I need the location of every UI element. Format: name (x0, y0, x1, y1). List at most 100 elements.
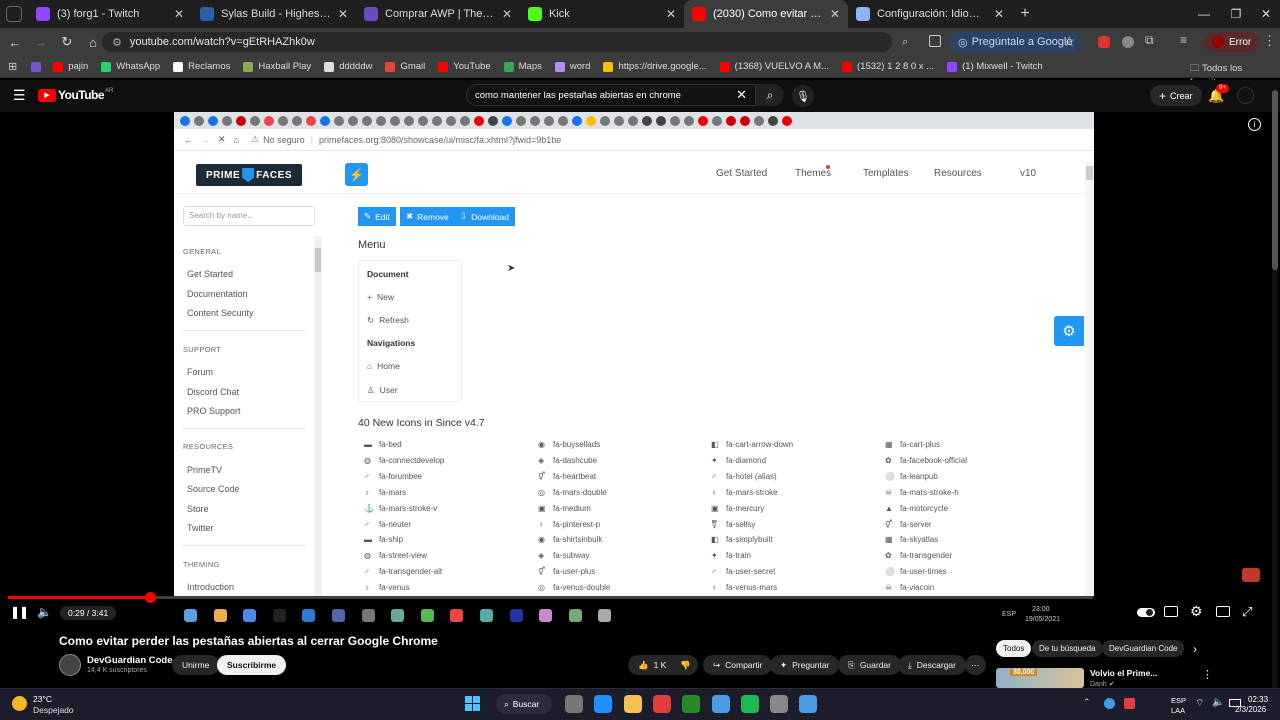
volume-icon[interactable]: 🔈 (37, 605, 52, 619)
recommended-title[interactable]: Volvio el Prime... (1090, 668, 1157, 678)
captions-icon[interactable] (1164, 606, 1178, 617)
bookmark-item[interactable]: Gmail (385, 61, 425, 72)
progress-bar[interactable] (8, 592, 1093, 603)
tray-app-icon-2[interactable] (1124, 698, 1135, 709)
chip-from-search[interactable]: De tu búsqueda (1032, 640, 1103, 657)
taskbar-app-icon[interactable] (711, 695, 730, 713)
taskbar-app-icon[interactable] (740, 695, 759, 713)
youtube-logo[interactable]: ▶ YouTube AR (38, 88, 113, 102)
ask-google-button[interactable]: ◎ Pregúntale a Google (950, 32, 1081, 52)
speaker-icon[interactable]: 🔈 (1212, 697, 1224, 708)
tab-close-icon[interactable]: ✕ (502, 7, 512, 21)
browser-tab[interactable]: Comprar AWP | The End (Battle- ✕ (356, 0, 520, 28)
minimize-button[interactable]: — (1188, 0, 1220, 28)
wifi-icon[interactable]: ⌔ (1195, 697, 1204, 710)
menu-kebab-icon[interactable]: ⋮ (1263, 33, 1276, 49)
taskbar-app-icon[interactable] (623, 695, 642, 713)
weather-temp[interactable]: 23°C (33, 694, 52, 704)
browser-tab[interactable]: (3) forg1 - Twitch ✕ (28, 0, 192, 28)
profile-error-button[interactable]: Error (1204, 32, 1260, 52)
tab-search-icon[interactable] (6, 6, 22, 22)
extension-icon-2[interactable] (1122, 36, 1134, 48)
bookmark-item[interactable]: word (554, 61, 590, 72)
address-bar[interactable]: ⚙ youtube.com/watch?v=gEtRHAZhk0w ⌕ (102, 32, 908, 52)
taskbar-app-icon[interactable] (652, 695, 671, 713)
save-button[interactable]: ⎘ Guardar (838, 655, 901, 675)
page-scrollbar[interactable] (1272, 80, 1278, 688)
chip-channel[interactable]: DevGuardian Code (1102, 640, 1185, 657)
share-button[interactable]: ↪ Compartir (703, 655, 773, 675)
channel-avatar[interactable] (59, 654, 81, 676)
bookmark-item[interactable]: (1532) 1 2 8 0 x ... (842, 61, 934, 72)
browser-tab[interactable]: (2030) Como evitar perder las ✕ (684, 0, 848, 28)
media-icon[interactable]: ≡ (1180, 33, 1187, 47)
tab-close-icon[interactable]: ✕ (174, 7, 184, 21)
subscribe-button[interactable]: Suscribirme (217, 655, 287, 675)
close-window-button[interactable]: ✕ (1250, 0, 1280, 28)
chip-all[interactable]: Todos (996, 640, 1032, 657)
zoom-icon[interactable]: ⌕ (902, 36, 908, 49)
weather-icon[interactable] (12, 696, 27, 711)
browser-tab[interactable]: Configuración: Idiomas ✕ (848, 0, 1012, 28)
channel-name[interactable]: DevGuardian Code (87, 655, 173, 666)
new-tab-button[interactable]: + (1012, 0, 1038, 28)
bookmark-item[interactable]: Maps (503, 61, 542, 72)
tab-close-icon[interactable]: ✕ (830, 7, 840, 21)
autoplay-toggle[interactable] (1137, 608, 1155, 617)
bookmark-item[interactable]: Reclamos (173, 61, 230, 72)
recommended-more-icon[interactable]: ⋮ (1202, 668, 1213, 681)
reload-icon[interactable]: ↻ (54, 29, 80, 55)
download-video-button[interactable]: ⤓ Descargar (898, 655, 966, 675)
forward-icon[interactable]: → (28, 29, 54, 55)
apps-icon[interactable]: ⊞ (8, 60, 17, 73)
create-button[interactable]: + Crear (1150, 85, 1202, 106)
youtube-search-input[interactable]: como mantener las pestañas abiertas en c… (466, 84, 756, 106)
bookmark-item[interactable]: YouTube (438, 61, 491, 72)
browser-tab[interactable]: Kick ✕ (520, 0, 684, 28)
taskbar-app-icon[interactable] (565, 695, 583, 713)
bookmark-item[interactable]: (1368) VUELVO A M... (719, 61, 829, 72)
site-info-icon[interactable]: ⚙ (112, 36, 122, 49)
bookmark-item[interactable]: WhatsApp (101, 61, 160, 72)
install-icon[interactable] (929, 35, 941, 47)
bookmark-item[interactable]: pajin (53, 61, 88, 72)
tray-chevron-icon[interactable]: ⌃ (1083, 697, 1091, 708)
extensions-puzzle-icon[interactable]: ⧉ (1145, 33, 1154, 48)
taskbar-app-icon[interactable] (682, 695, 701, 713)
hamburger-icon[interactable]: ☰ (13, 87, 26, 104)
miniplayer-icon[interactable] (1216, 606, 1230, 617)
voice-search-icon[interactable]: 🎙 (792, 85, 814, 107)
bookmark-star-icon[interactable]: ☆ (1063, 33, 1076, 50)
fullscreen-icon[interactable]: ⤢ (1242, 604, 1252, 620)
join-button[interactable]: Unirme (172, 655, 220, 675)
tab-close-icon[interactable]: ✕ (666, 7, 676, 21)
taskbar-app-icon[interactable] (770, 695, 789, 713)
like-button[interactable]: 👍 1 K (628, 655, 675, 675)
more-actions-button[interactable]: ⋯ (965, 655, 986, 675)
tab-close-icon[interactable]: ✕ (994, 7, 1004, 21)
tray-lang[interactable]: ESP (1171, 696, 1186, 705)
bookmark-item[interactable]: https://drive.google... (603, 61, 707, 72)
bookmark-item[interactable]: dddddw (324, 61, 372, 72)
chips-next-icon[interactable]: › (1193, 642, 1197, 656)
settings-gear-icon[interactable]: ⚙ (1190, 603, 1203, 620)
extension-icon-1[interactable] (1098, 36, 1110, 48)
bookmark-item[interactable]: (1) Mixwell - Twitch (947, 61, 1043, 72)
info-icon[interactable]: i (1248, 118, 1261, 131)
taskbar-search[interactable]: ⌕ Buscar (496, 694, 552, 714)
pause-icon[interactable]: ❚❚ (10, 605, 29, 619)
clear-search-icon[interactable]: ✕ (736, 87, 747, 103)
back-icon[interactable]: ← (2, 29, 28, 55)
ask-button[interactable]: ✦ Preguntar (770, 655, 840, 675)
taskbar-app-icon[interactable] (799, 695, 818, 713)
search-icon[interactable]: ⌕ (756, 84, 784, 106)
tray-app-icon[interactable] (1104, 698, 1115, 709)
account-avatar[interactable] (1237, 87, 1254, 104)
dislike-button[interactable]: 👎 (673, 655, 698, 675)
clock-time[interactable]: 02:33 (1248, 695, 1268, 704)
taskbar-app-icon[interactable] (594, 695, 613, 713)
scroll-to-top-icon[interactable] (1242, 568, 1260, 582)
tab-close-icon[interactable]: ✕ (338, 7, 348, 21)
bookmark-item[interactable]: Haxball Play (243, 61, 311, 72)
maximize-button[interactable]: ❐ (1220, 0, 1252, 28)
